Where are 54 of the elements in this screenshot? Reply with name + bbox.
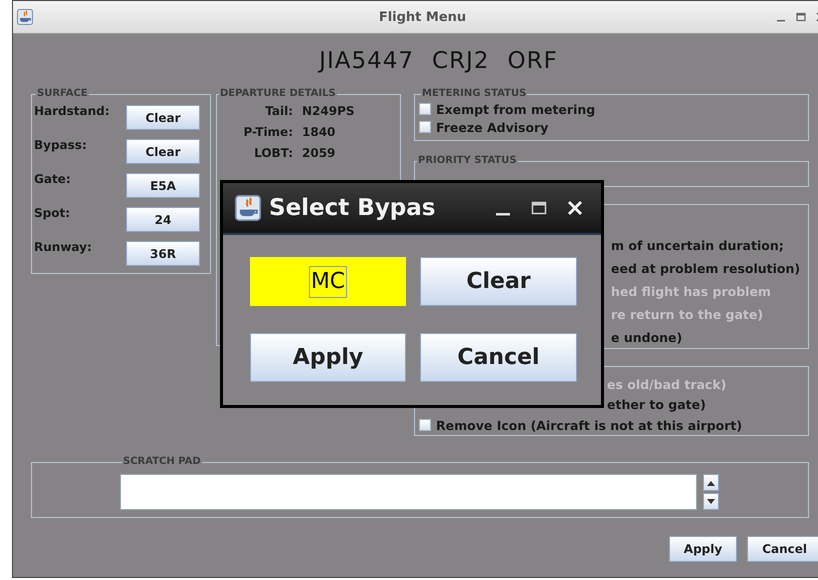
option-text: e undone) [611, 329, 684, 347]
group-title: SCRATCH PAD [122, 456, 202, 468]
field-label: Spot: [34, 205, 72, 220]
cancel-button[interactable]: Cancel [747, 536, 818, 562]
field-label: Bypass: [34, 137, 88, 152]
checkbox[interactable] [419, 103, 431, 115]
field-value: 1840 [302, 124, 336, 138]
group-title: PRIORITY STATUS [417, 155, 518, 167]
bypass-value-field[interactable]: MC [250, 257, 406, 306]
scroll-up-button[interactable] [703, 474, 719, 491]
field-label: Tail: [264, 104, 293, 118]
app-icon [235, 195, 261, 221]
group-title: SURFACE [36, 88, 89, 100]
option-text: m of uncertain duration; [611, 237, 785, 255]
field-label: Runway: [34, 239, 93, 254]
scroll-down-button[interactable] [703, 493, 719, 510]
aircraft-type: CRJ2 [432, 48, 490, 76]
app-icon [17, 9, 33, 25]
close-icon[interactable] [567, 200, 583, 216]
window-title: Flight Menu [378, 10, 466, 24]
cancel-button[interactable]: Cancel [420, 333, 577, 382]
option-text: es old/bad track) [606, 376, 728, 394]
checkbox[interactable] [419, 419, 431, 431]
apply-button[interactable]: Apply [668, 536, 738, 562]
group-title: DEPARTURE DETAILS [219, 88, 337, 100]
option-text: re return to the gate) [611, 306, 764, 324]
apply-button[interactable]: Apply [250, 333, 406, 382]
checkbox-label: Freeze Advisory [436, 120, 548, 134]
value-button[interactable]: 24 [126, 207, 200, 232]
field-value: 2059 [302, 146, 336, 160]
dialog-title: Select Bypas [269, 195, 436, 221]
scratch-pad-field[interactable] [120, 474, 697, 510]
field-label: Gate: [34, 171, 72, 186]
field-label: P-Time: [242, 124, 293, 138]
clear-button[interactable]: Clear [420, 257, 577, 306]
checkbox-label: Exempt from metering [436, 102, 596, 116]
option-text: ether to gate) [606, 396, 707, 414]
group-title: METERING STATUS [421, 88, 528, 100]
destination-airport: ORF [507, 48, 558, 76]
option-text: hed flight has problem [611, 283, 772, 301]
field-label: LOBT: [253, 146, 293, 160]
down-arrow-icon [707, 498, 715, 504]
up-arrow-icon [707, 480, 715, 486]
checkbox-label: Remove Icon (Aircraft is not at this airport) [436, 418, 742, 432]
value-button[interactable]: Clear [126, 139, 200, 164]
option-text: eed at problem resolution) [611, 260, 802, 278]
maximize-icon[interactable] [796, 12, 806, 22]
value-button[interactable]: 36R [126, 241, 200, 266]
field-value: N249PS [302, 104, 355, 118]
flight-callsign: JIA5447 [319, 48, 414, 76]
value-button[interactable]: Clear [126, 105, 200, 130]
checkbox[interactable] [419, 121, 431, 133]
value-button[interactable]: E5A [126, 173, 200, 198]
field-label: Hardstand: [34, 103, 111, 118]
